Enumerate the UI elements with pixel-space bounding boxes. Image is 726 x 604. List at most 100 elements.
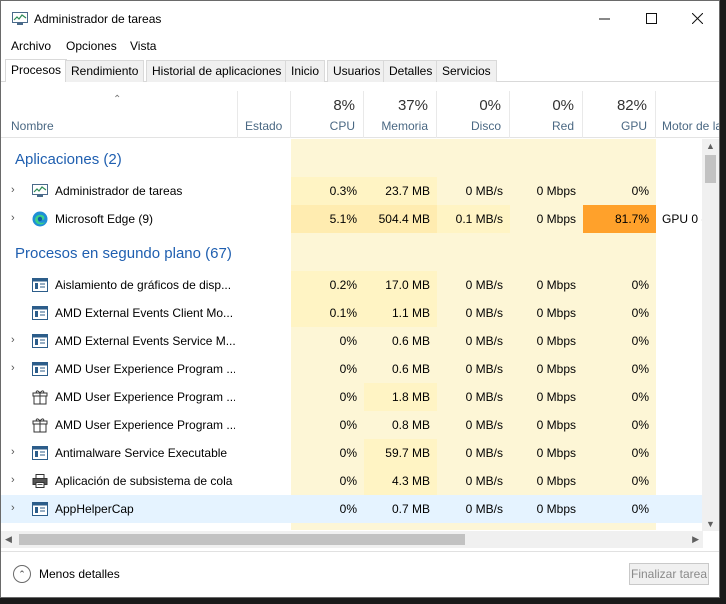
tab-servicios[interactable]: Servicios bbox=[436, 60, 497, 82]
printer-icon bbox=[32, 473, 48, 489]
window-title: Administrador de tareas bbox=[34, 12, 162, 26]
scroll-right-icon[interactable]: ▶ bbox=[692, 534, 699, 545]
expand-chevron-icon[interactable]: › bbox=[11, 212, 15, 224]
gift-icon bbox=[32, 417, 48, 433]
tab-inicio[interactable]: Inicio bbox=[285, 60, 326, 82]
column-header-memory[interactable]: 37% Memoria bbox=[364, 91, 437, 138]
menu-opciones[interactable]: Opciones bbox=[66, 39, 117, 53]
horizontal-scrollbar[interactable]: ◀ ▶ bbox=[1, 531, 703, 548]
cell-disk: 0.1 MB/s bbox=[437, 205, 510, 233]
window-icon bbox=[32, 333, 48, 349]
tab-procesos[interactable]: Procesos bbox=[5, 59, 68, 82]
table-row[interactable]: › AppHelperCap 0% 0.7 MB 0 MB/s 0 Mbps 0% bbox=[1, 495, 703, 523]
tab-rendimiento[interactable]: Rendimiento bbox=[65, 60, 145, 82]
column-header-name[interactable]: ⌃ Nombre bbox=[1, 91, 238, 138]
tab-historial[interactable]: Historial de aplicaciones bbox=[146, 60, 288, 82]
gift-icon bbox=[32, 389, 48, 405]
cell-cpu: 0% bbox=[339, 446, 357, 460]
cell-disk: 0 MB/s bbox=[465, 418, 503, 432]
cell-gpu: 0% bbox=[631, 184, 649, 198]
vertical-scroll-thumb[interactable] bbox=[705, 155, 716, 183]
expand-chevron-icon[interactable]: › bbox=[11, 502, 15, 514]
cell-mem: 1.8 MB bbox=[364, 383, 437, 411]
cell-gpu: 0% bbox=[631, 334, 649, 348]
close-button[interactable] bbox=[674, 1, 720, 35]
cell-gpu-engine: GPU 0 - bbox=[662, 212, 703, 226]
expand-chevron-icon[interactable]: › bbox=[11, 446, 15, 458]
maximize-button[interactable] bbox=[628, 1, 674, 35]
group-header-background[interactable]: Procesos en segundo plano (67) bbox=[1, 233, 703, 271]
scroll-down-icon[interactable]: ▼ bbox=[706, 519, 715, 529]
column-header-status[interactable]: Estado bbox=[238, 91, 291, 138]
cell-net: 0 Mbps bbox=[536, 278, 576, 292]
column-header-disk[interactable]: 0% Disco bbox=[437, 91, 510, 138]
cell-net: 0 Mbps bbox=[536, 502, 576, 516]
table-row[interactable]: › Antimalware Service Executable 0% 59.7 MB… bbox=[1, 439, 703, 467]
column-header-gpu[interactable]: 82% GPU bbox=[583, 91, 656, 138]
cell-net: 0 Mbps bbox=[536, 474, 576, 488]
cell-gpu: 81.7% bbox=[583, 205, 656, 233]
table-header: ⌃ Nombre Estado 8% CPU 37% Memoria 0% Di… bbox=[1, 91, 719, 138]
table-row[interactable]: › AMD User Experience Program ... 0% 0.6 MB… bbox=[1, 355, 703, 383]
cell-net: 0 Mbps bbox=[536, 362, 576, 376]
expand-chevron-icon[interactable]: › bbox=[11, 474, 15, 486]
group-header-apps[interactable]: Aplicaciones (2) bbox=[1, 139, 703, 177]
process-name: AMD User Experience Program ... bbox=[55, 390, 235, 404]
window-icon bbox=[32, 501, 48, 517]
cell-cpu: 0.3% bbox=[291, 177, 364, 205]
expand-chevron-icon[interactable]: › bbox=[11, 184, 15, 196]
column-header-cpu[interactable]: 8% CPU bbox=[291, 91, 364, 138]
scroll-up-icon[interactable]: ▲ bbox=[706, 141, 715, 151]
task-manager-icon bbox=[12, 12, 28, 25]
edge-icon bbox=[32, 211, 48, 227]
cell-disk: 0 MB/s bbox=[465, 306, 503, 320]
table-row[interactable]: › Microsoft Edge (9) 5.1% 504.4 MB 0.1 MB/s 0… bbox=[1, 205, 703, 233]
process-name: Antimalware Service Executable bbox=[55, 446, 228, 460]
table-row[interactable]: Aislamiento de gráficos de disp... 0.2% 17… bbox=[1, 271, 703, 299]
cell-cpu: 0% bbox=[339, 474, 357, 488]
table-row[interactable]: AMD User Experience Program ... 0% 0.8 MB 0… bbox=[1, 411, 703, 439]
column-header-network[interactable]: 0% Red bbox=[510, 91, 583, 138]
minimize-icon bbox=[598, 18, 610, 19]
cell-cpu: 0% bbox=[339, 362, 357, 376]
scroll-left-icon[interactable]: ◀ bbox=[5, 534, 12, 545]
window-icon bbox=[32, 277, 48, 293]
cell-mem: 0.6 MB bbox=[391, 362, 430, 376]
tab-detalles[interactable]: Detalles bbox=[383, 60, 439, 82]
cell-mem: 0.8 MB bbox=[391, 418, 430, 432]
close-icon bbox=[691, 12, 703, 24]
window-icon bbox=[32, 445, 48, 461]
table-row[interactable]: › Aplicación de subsistema de cola 0% 4.3 M… bbox=[1, 467, 703, 495]
table-row[interactable]: › Administrador de tareas 0.3% 23.7 MB 0 MB/… bbox=[1, 177, 703, 205]
process-name: AppHelperCap bbox=[55, 502, 134, 516]
process-list: Aplicaciones (2) Procesos en segundo pla… bbox=[1, 139, 703, 530]
tab-usuarios[interactable]: Usuarios bbox=[327, 60, 387, 82]
cell-net: 0 Mbps bbox=[536, 446, 576, 460]
cell-mem: 23.7 MB bbox=[364, 177, 437, 205]
process-name: AMD User Experience Program ... bbox=[55, 418, 235, 432]
vertical-scrollbar[interactable]: ▲ ▼ bbox=[702, 139, 719, 531]
table-row[interactable]: AMD External Events Client Mo... 0.1% 1.1 … bbox=[1, 299, 703, 327]
cell-disk: 0 MB/s bbox=[465, 362, 503, 376]
end-task-button[interactable]: Finalizar tarea bbox=[629, 563, 709, 585]
menu-vista[interactable]: Vista bbox=[130, 39, 156, 53]
horizontal-scroll-thumb[interactable] bbox=[19, 534, 465, 545]
cell-net: 0 Mbps bbox=[536, 418, 576, 432]
cell-cpu: 0% bbox=[339, 334, 357, 348]
less-details-button[interactable]: ⌃ Menos detalles bbox=[13, 565, 120, 583]
tab-bar: Procesos Rendimiento Historial de aplica… bbox=[1, 59, 719, 82]
cell-gpu: 0% bbox=[631, 474, 649, 488]
table-row[interactable]: AMD User Experience Program ... 0% 1.8 MB 0… bbox=[1, 383, 703, 411]
expand-chevron-icon[interactable]: › bbox=[11, 334, 15, 346]
menu-archivo[interactable]: Archivo bbox=[11, 39, 51, 53]
window-icon bbox=[32, 361, 48, 377]
expand-chevron-icon[interactable]: › bbox=[11, 362, 15, 374]
cell-disk: 0 MB/s bbox=[465, 278, 503, 292]
minimize-button[interactable] bbox=[581, 1, 627, 35]
table-row[interactable]: › AMD External Events Service M... 0% 0.6 M… bbox=[1, 327, 703, 355]
column-header-gpu-engine[interactable]: Motor de la bbox=[656, 91, 719, 138]
task-manager-icon bbox=[32, 183, 48, 199]
cell-gpu: 0% bbox=[631, 418, 649, 432]
cell-disk: 0 MB/s bbox=[465, 446, 503, 460]
cell-mem: 17.0 MB bbox=[364, 271, 437, 299]
